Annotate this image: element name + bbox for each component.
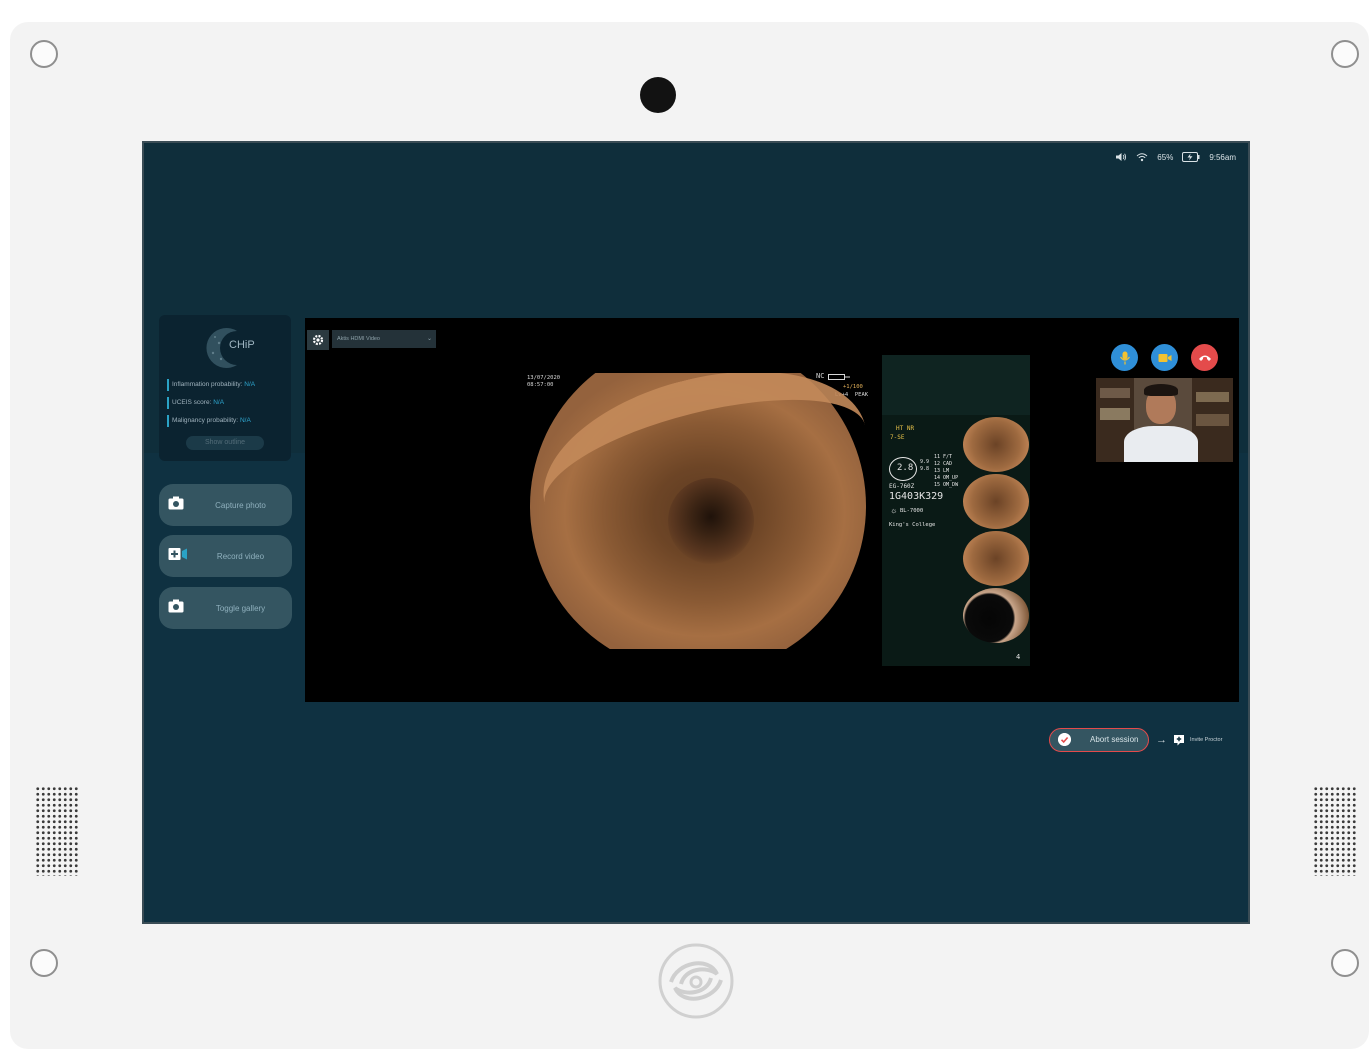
screw-top-right [1331, 40, 1359, 68]
battery-percent: 65% [1157, 152, 1174, 162]
toggle-gallery-button[interactable]: Toggle gallery [159, 587, 292, 629]
abort-session-label: Abort session [1090, 735, 1139, 744]
microphone-icon [1119, 351, 1130, 364]
info-serial: 1G403K329 [889, 491, 944, 502]
metric-malignancy: Malignancy probability: N/A [167, 415, 251, 427]
info-ht: HT NR [896, 425, 915, 432]
video-settings-button[interactable] [307, 330, 329, 350]
metric-value: N/A [213, 399, 225, 406]
video-source-select[interactable]: Aktis HDMI Video ⌄ [332, 330, 436, 348]
video-camera-icon [1158, 353, 1171, 362]
metric-value: N/A [244, 381, 256, 388]
info-model: EG-760Z [889, 483, 915, 490]
microphone-button[interactable] [1111, 344, 1138, 371]
info-ne-value: 2.8 [897, 463, 914, 473]
chevron-down-icon: ⌄ [426, 336, 432, 342]
info-se: 7-SE [890, 434, 905, 441]
camera-icon [168, 496, 184, 510]
abort-session-button[interactable]: Abort session [1049, 728, 1149, 752]
metric-label: Inflammation probability: [172, 381, 243, 388]
chip-analysis-panel: CHiP Inflammation probability: N/A UCEIS… [159, 315, 291, 461]
home-logo-icon[interactable] [657, 942, 735, 1020]
gallery-thumbnail[interactable] [963, 588, 1029, 643]
books [1196, 414, 1229, 426]
endoscope-info-panel: HT NR 7-SE 2.8 9.9 9.8 11 F/T 12 CAD 13 … [882, 355, 1030, 666]
end-call-button[interactable] [1191, 344, 1218, 371]
lumen [668, 478, 754, 564]
metric-label: Malignancy probability: [172, 417, 239, 424]
metric-uceis: UCEIS score: N/A [167, 397, 224, 409]
metric-inflammation: Inflammation probability: N/A [167, 379, 255, 391]
add-user-icon [1174, 735, 1184, 746]
screw-bottom-right [1331, 949, 1359, 977]
endoscopy-video-feed: Aktis HDMI Video ⌄ 13/07/2020 08:57:00 N… [305, 318, 1239, 702]
volume-icon[interactable] [1115, 152, 1127, 162]
gallery-thumbnail[interactable] [963, 474, 1029, 529]
video-add-icon [168, 548, 187, 560]
info-panel-header [882, 355, 1030, 415]
gear-icon [312, 334, 324, 346]
metric-label: UCEIS score: [172, 399, 212, 406]
participant-hair [1144, 384, 1178, 396]
check-icon [1058, 733, 1071, 746]
screw-bottom-left [30, 949, 58, 977]
gallery-thumbnail[interactable] [963, 417, 1029, 472]
speaker-left [35, 786, 79, 876]
status-bar: 65% 9:56am [1115, 152, 1236, 162]
books [1196, 392, 1229, 402]
info-light: BL-7000 [900, 508, 924, 514]
chip-logo-text: CHiP [229, 339, 255, 351]
participant-shirt [1124, 426, 1198, 462]
thumbnail-count: 4 [1016, 653, 1021, 661]
speaker-right [1313, 786, 1357, 876]
info-hospital: King's College [889, 522, 936, 528]
invite-proctor-button[interactable]: Invite Proctor [1173, 734, 1222, 746]
clock: 9:56am [1209, 152, 1236, 162]
capture-photo-button[interactable]: Capture photo [159, 484, 292, 526]
gallery-thumbnail[interactable] [963, 531, 1029, 586]
video-source-value: Aktis HDMI Video [337, 336, 380, 342]
endoscopy-image [530, 373, 866, 649]
tablet-screen: 65% 9:56am CHiP Inflammation probability… [142, 141, 1250, 924]
invite-proctor-label: Invite Proctor [1190, 737, 1223, 743]
info-menu: 11 F/T 12 CAD 13 LM 14 OM_UP 15 OM_DW [934, 454, 959, 488]
gallery-camera-icon [168, 599, 184, 613]
camera-toggle-button[interactable] [1151, 344, 1178, 371]
front-camera [640, 77, 676, 113]
remote-participant-video [1096, 378, 1233, 462]
hang-up-icon [1198, 355, 1211, 361]
arrow-right-icon: → [1156, 734, 1167, 746]
sun-icon: ☼ [890, 506, 898, 515]
show-outline-button[interactable]: Show outline [186, 436, 264, 450]
battery-charging-icon [1182, 152, 1200, 162]
record-video-button[interactable]: Record video [159, 535, 292, 577]
books [1100, 388, 1130, 398]
info-list: 9.9 9.8 [920, 459, 930, 472]
session-controls: Abort session → Invite Proctor [1049, 728, 1222, 752]
wifi-icon[interactable] [1136, 152, 1148, 162]
books [1100, 408, 1130, 420]
screw-top-left [30, 40, 58, 68]
metric-value: N/A [239, 417, 251, 424]
device-notch [592, 30, 824, 60]
